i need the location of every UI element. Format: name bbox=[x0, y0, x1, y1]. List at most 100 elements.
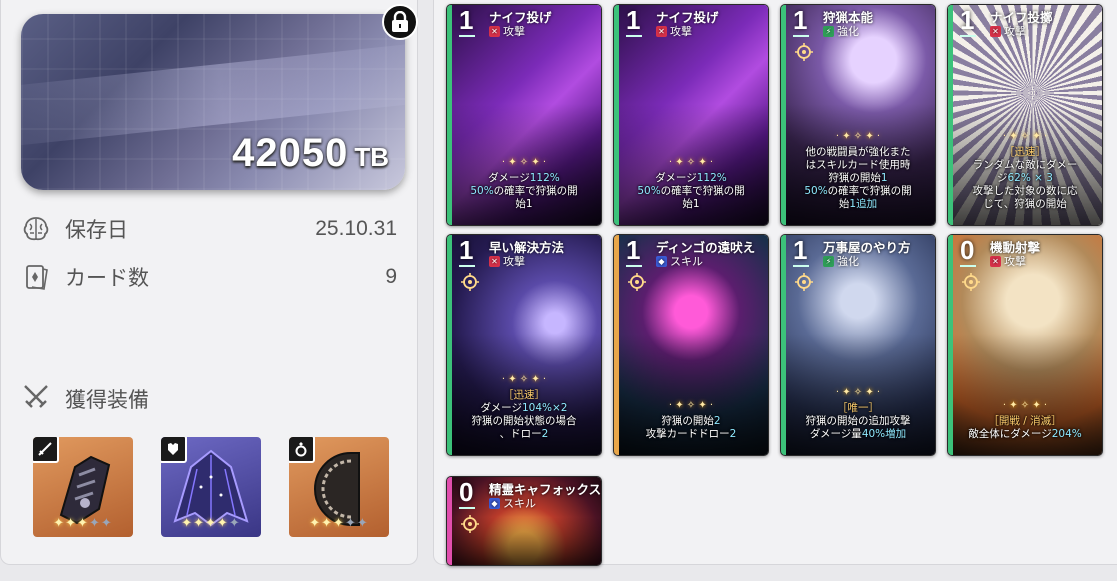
card-description-line: 狩猟の開始1 bbox=[828, 172, 888, 184]
card-cost-underline bbox=[960, 265, 976, 267]
saved-date-value: 25.10.31 bbox=[315, 217, 397, 240]
equipment-stars: ✦✦✦✦✦ bbox=[53, 516, 113, 531]
card-cost: 1 bbox=[793, 235, 808, 265]
card-description: ダメージ112% 50%の確率で狩猟の開 始1 bbox=[453, 172, 595, 211]
target-icon bbox=[628, 273, 646, 291]
card-color-strip bbox=[447, 235, 452, 455]
card-count-row: カード数 9 bbox=[21, 262, 397, 292]
card-cost: 1 bbox=[459, 5, 474, 35]
card-cost: 0 bbox=[459, 477, 474, 507]
card-cost-underline bbox=[626, 35, 642, 37]
equipment-title: 獲得装備 bbox=[65, 388, 149, 412]
card-keyword: ［迅速］ bbox=[1004, 146, 1046, 158]
card-cost-underline bbox=[793, 35, 809, 37]
card-description-line: 50%の確率で狩猟の開 bbox=[470, 185, 578, 197]
card-type-label: 攻撃 bbox=[1004, 255, 1026, 268]
card-description: 狩猟の開始2 攻撃カードドロー2 bbox=[620, 415, 762, 441]
deck-card[interactable]: 0 精霊キャフォックス ◆ スキル bbox=[446, 476, 602, 566]
deck-card[interactable]: 1 万事屋のやり方 ⚡ 強化 · ✦ ✧ ✦ · ［唯一］ 狩猟の開始の追加攻撃 ダメージ量4… bbox=[780, 234, 936, 456]
balance-display: 42050 TB bbox=[232, 131, 389, 176]
attack-type-icon: ✕ bbox=[656, 25, 667, 37]
sparkle-divider-icon: · ✦ ✧ ✦ · bbox=[668, 400, 714, 411]
card-cost-underline bbox=[793, 265, 809, 267]
equipment-stars: ✦✦✦✦✦ bbox=[181, 516, 241, 531]
card-description: ［開戦 / 消滅］ 敵全体にダメージ204% bbox=[954, 415, 1096, 441]
deck-card[interactable]: 1 ナイフ投擲 ✕ 攻撃 · ✦ ✧ ✦ · ［迅速］ ランダムな敵にダメー ジ62% × 3… bbox=[947, 4, 1103, 226]
card-description-line: 他の戦闘員が強化また bbox=[805, 146, 911, 158]
crossed-swords-icon bbox=[21, 382, 51, 416]
card-description-line: 、ドロー2 bbox=[499, 428, 549, 440]
card-description-line: 50%の確率で狩猟の開 bbox=[637, 185, 745, 197]
ring-icon bbox=[289, 437, 315, 463]
balance-amount: 42050 bbox=[232, 131, 349, 175]
card-keyword: ［迅速］ bbox=[503, 389, 545, 401]
card-cost-underline bbox=[459, 35, 475, 37]
card-type: ✕ 攻撃 bbox=[990, 253, 1026, 269]
card-description-line: 50%の確率で狩猟の開 bbox=[804, 185, 912, 197]
sparkle-divider-icon: · ✦ ✧ ✦ · bbox=[501, 374, 547, 385]
deck-card[interactable]: 1 狩猟本能 ⚡ 強化 · ✦ ✧ ✦ · 他の戦闘員が強化また はスキルカード使用時 狩猟の… bbox=[780, 4, 936, 226]
card-type-label: 強化 bbox=[837, 255, 859, 268]
buff-type-icon: ⚡ bbox=[823, 255, 834, 267]
lock-button[interactable] bbox=[382, 4, 418, 40]
card-cost: 1 bbox=[626, 5, 641, 35]
sparkle-divider-icon: · ✦ ✧ ✦ · bbox=[668, 157, 714, 168]
brain-icon bbox=[21, 214, 51, 244]
attack-type-icon: ✕ bbox=[489, 255, 500, 267]
equipment-weapon[interactable]: ✦✦✦✦✦ bbox=[33, 437, 133, 537]
card-description-line: 狩猟の開始の追加攻撃 bbox=[805, 415, 911, 427]
deck-card[interactable]: 1 ナイフ投げ ✕ 攻撃 · ✦ ✧ ✦ · ダメージ112% 50%の確率で狩猟の開 始1 bbox=[446, 4, 602, 226]
equipment-accessory[interactable]: ✦✦✦✦✦ bbox=[289, 437, 389, 537]
card-color-strip bbox=[948, 235, 953, 455]
card-cost-underline bbox=[459, 507, 475, 509]
sparkle-divider-icon: · ✦ ✧ ✦ · bbox=[835, 387, 881, 398]
card-cost: 1 bbox=[459, 235, 474, 265]
balance-card: 42050 TB bbox=[21, 14, 405, 190]
card-description-line: 狩猟の開始状態の場合 bbox=[471, 415, 577, 427]
sparkle-divider-icon: · ✦ ✧ ✦ · bbox=[1002, 400, 1048, 411]
deck-card-list: 1 ナイフ投げ ✕ 攻撃 · ✦ ✧ ✦ · ダメージ112% 50%の確率で狩猟の開 始1 1… bbox=[433, 0, 1117, 566]
buff-type-icon: ⚡ bbox=[823, 25, 834, 37]
card-cost: 0 bbox=[960, 235, 975, 265]
sparkle-divider-icon: · ✦ ✧ ✦ · bbox=[1002, 131, 1048, 142]
card-keyword: ［開戦 / 消滅］ bbox=[988, 415, 1062, 427]
card-description-line: はスキルカード使用時 bbox=[805, 159, 911, 171]
card-color-strip bbox=[614, 235, 619, 455]
card-count-value: 9 bbox=[385, 265, 397, 288]
card-cost-underline bbox=[459, 265, 475, 267]
saved-date-row: 保存日 25.10.31 bbox=[21, 214, 397, 244]
card-description-line: ジ62% × 3 bbox=[997, 172, 1053, 184]
deck-card[interactable]: 1 ディンゴの遠吠え ◆ スキル · ✦ ✧ ✦ · 狩猟の開始2 攻撃カードドロー2 bbox=[613, 234, 769, 456]
card-description-line: 敵全体にダメージ204% bbox=[968, 428, 1082, 440]
card-cost-underline bbox=[626, 265, 642, 267]
deck-card[interactable]: 1 早い解決方法 ✕ 攻撃 · ✦ ✧ ✦ · ［迅速］ ダメージ104%×2 狩猟の開始状態… bbox=[446, 234, 602, 456]
card-type: ◆ スキル bbox=[656, 253, 703, 269]
card-color-strip bbox=[781, 5, 786, 225]
card-cost: 1 bbox=[793, 5, 808, 35]
card-description-line: ダメージ量40%増加 bbox=[809, 428, 907, 440]
deck-card[interactable]: 1 ナイフ投げ ✕ 攻撃 · ✦ ✧ ✦ · ダメージ112% 50%の確率で狩猟の開 始1 bbox=[613, 4, 769, 226]
card-description-line: 攻撃した対象の数に応 bbox=[972, 185, 1078, 197]
card-description: ダメージ112% 50%の確率で狩猟の開 始1 bbox=[620, 172, 762, 211]
deck-summary-panel: 42050TB 保存日 25.10.31 カード数 9 獲得装備 ✦✦✦✦✦ bbox=[0, 0, 418, 565]
card-description-line: 狩猟の開始2 bbox=[661, 415, 721, 427]
equipment-armor[interactable]: ✦✦✦✦✦ bbox=[161, 437, 261, 537]
deck-card[interactable]: 0 機動射撃 ✕ 攻撃 · ✦ ✧ ✦ · ［開戦 / 消滅］ 敵全体にダメージ204% bbox=[947, 234, 1103, 456]
card-type: ⚡ 強化 bbox=[823, 253, 859, 269]
card-description-line: ダメージ112% bbox=[488, 172, 560, 184]
card-type: ✕ 攻撃 bbox=[990, 23, 1026, 39]
card-description: 他の戦闘員が強化また はスキルカード使用時 狩猟の開始1 50%の確率で狩猟の開 始1追… bbox=[787, 146, 929, 211]
card-type: ✕ 攻撃 bbox=[656, 23, 692, 39]
target-icon bbox=[795, 43, 813, 61]
target-icon bbox=[461, 273, 479, 291]
equipment-stars: ✦✦✦✦✦ bbox=[309, 516, 369, 531]
card-type: ✕ 攻撃 bbox=[489, 23, 525, 39]
card-cost: 1 bbox=[626, 235, 641, 265]
attack-type-icon: ✕ bbox=[990, 25, 1001, 37]
target-icon bbox=[461, 515, 479, 533]
card-color-strip bbox=[781, 235, 786, 455]
card-description: ［唯一］ 狩猟の開始の追加攻撃 ダメージ量40%増加 bbox=[787, 402, 929, 441]
card-color-strip bbox=[948, 5, 953, 225]
card-description-line: 始1追加 bbox=[838, 198, 878, 210]
card-color-strip bbox=[614, 5, 619, 225]
